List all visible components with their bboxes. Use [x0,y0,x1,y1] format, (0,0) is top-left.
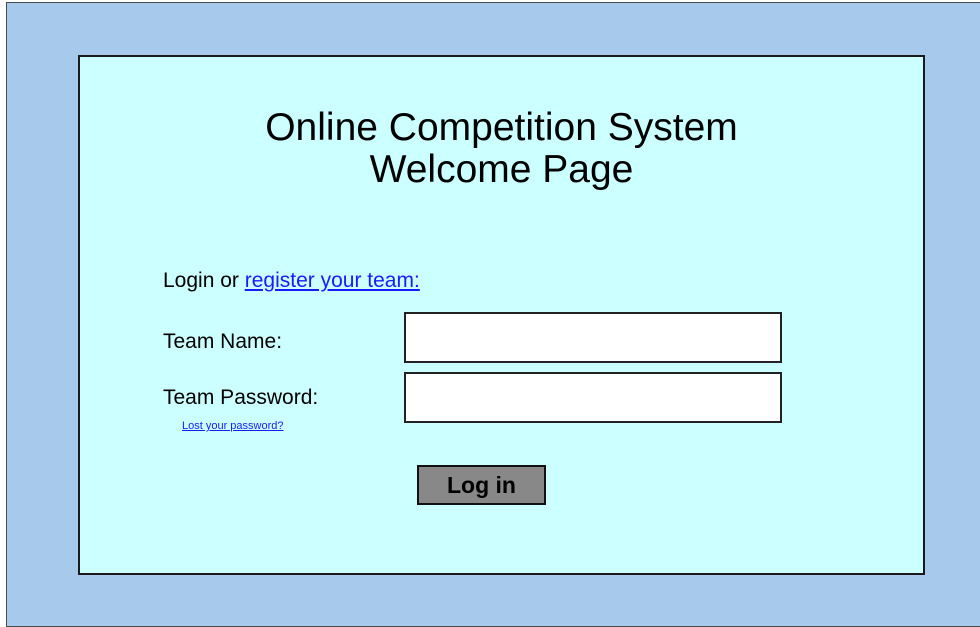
page-background: Online Competition System Welcome Page L… [6,2,980,627]
login-intro-text: Login or [163,269,245,292]
welcome-panel: Online Competition System Welcome Page L… [78,55,925,575]
team-name-input[interactable] [404,312,782,363]
team-password-label: Team Password: [163,386,319,409]
page-title-line-2: Welcome Page [369,148,634,191]
register-team-link[interactable]: register your team: [245,269,420,292]
team-password-input[interactable] [404,372,782,423]
login-intro: Login or register your team: [163,269,420,293]
lost-password-link[interactable]: Lost your password? [182,420,284,432]
page-title-line-1: Online Competition System [265,106,738,149]
page-title: Online Competition System Welcome Page [80,107,923,191]
login-button[interactable]: Log in [417,465,546,505]
team-name-label: Team Name: [163,330,283,353]
